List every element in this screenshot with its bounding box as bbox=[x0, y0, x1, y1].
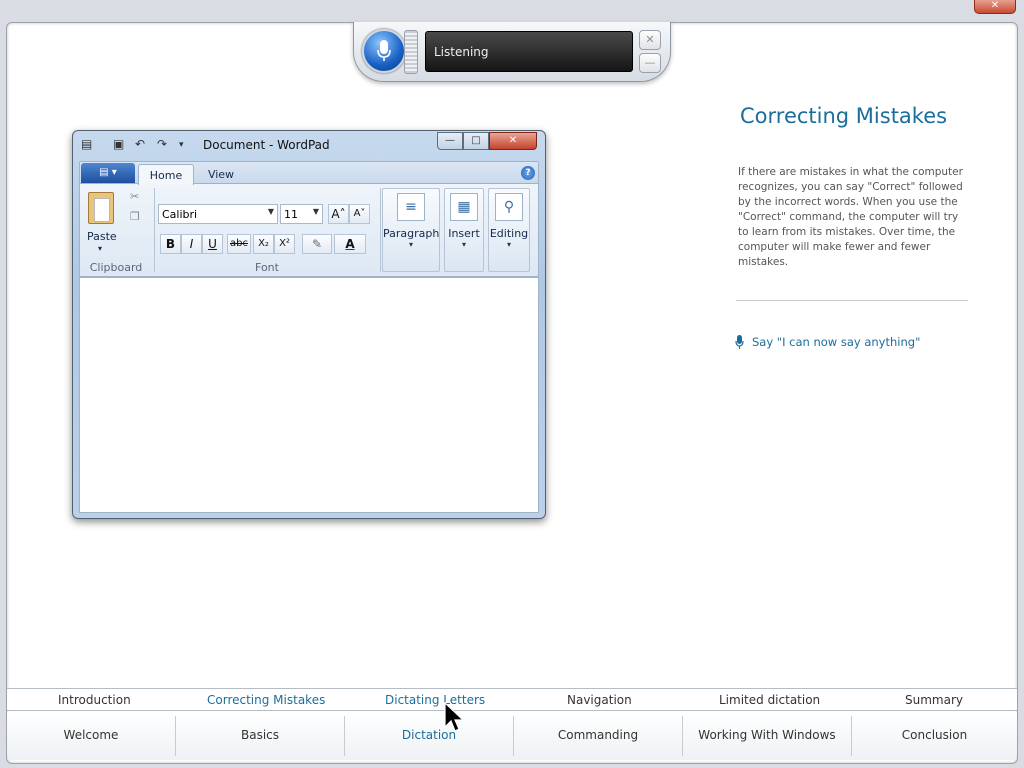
shrink-font-button[interactable]: A˅ bbox=[349, 204, 370, 224]
undo-icon[interactable]: ↶ bbox=[135, 137, 145, 151]
volume-meter bbox=[404, 30, 418, 74]
speech-close-button[interactable]: ✕ bbox=[639, 30, 661, 50]
font-size-value: 11 bbox=[284, 208, 298, 221]
minimize-button[interactable]: — bbox=[437, 132, 463, 150]
paste-dropdown-icon[interactable]: ▾ bbox=[98, 244, 102, 253]
customize-quick-access-icon[interactable]: ▾ bbox=[179, 140, 184, 150]
speech-recognition-bar: Listening ✕ — bbox=[353, 22, 671, 82]
bold-button[interactable]: B bbox=[160, 234, 181, 254]
wordpad-window: ▤ ▣ ↶ ↷ ▾ Document - WordPad — □ ✕ ▤ ▾ H… bbox=[72, 130, 546, 519]
editing-button[interactable]: ⚲ Editing ▾ bbox=[488, 188, 530, 272]
font-size-select[interactable]: 11 ▼ bbox=[280, 204, 323, 224]
ribbon-tabstrip: ▤ ▾ Home View ? bbox=[80, 162, 538, 185]
lesson-subnav: Introduction Correcting Mistakes Dictati… bbox=[7, 688, 1017, 711]
chevron-down-icon: ▾ bbox=[506, 240, 511, 249]
subnav-item-correcting-mistakes[interactable]: Correcting Mistakes bbox=[207, 693, 325, 707]
paste-label[interactable]: Paste bbox=[87, 230, 117, 243]
italic-button[interactable]: I bbox=[181, 234, 202, 254]
microphone-icon bbox=[735, 335, 744, 349]
paragraph-insert-editing-group: ≡ Paragraph ▾ ▦ Insert ▾ ⚲ Editing ▾ bbox=[382, 186, 536, 276]
instruction-text: Say "I can now say anything" bbox=[752, 335, 921, 349]
save-icon[interactable]: ▣ bbox=[113, 137, 124, 151]
subnav-item-limited-dictation[interactable]: Limited dictation bbox=[719, 693, 820, 707]
strikethrough-button[interactable]: abc bbox=[227, 234, 251, 254]
paragraph-button[interactable]: ≡ Paragraph ▾ bbox=[382, 188, 440, 272]
ribbon: ▤ ▾ Home View ? Paste ▾ ✂ ❐ Clipboard Ca… bbox=[79, 161, 539, 277]
tutorial-close-button[interactable]: ✕ bbox=[974, 0, 1016, 14]
superscript-button[interactable]: X² bbox=[274, 234, 295, 254]
font-group-label: Font bbox=[255, 261, 279, 274]
instruction: Say "I can now say anything" bbox=[735, 335, 920, 349]
ribbon-separator bbox=[154, 188, 155, 272]
insert-button[interactable]: ▦ Insert ▾ bbox=[444, 188, 484, 272]
lesson-title: Correcting Mistakes bbox=[740, 104, 948, 128]
close-button[interactable]: ✕ bbox=[489, 132, 537, 150]
maximize-button[interactable]: □ bbox=[463, 132, 489, 150]
lesson-body: If there are mistakes in what the comput… bbox=[738, 166, 963, 268]
clipboard-group: Paste ▾ ✂ ❐ Clipboard bbox=[80, 186, 152, 276]
font-family-value: Calibri bbox=[162, 208, 198, 221]
ribbon-separator bbox=[380, 188, 381, 272]
subnav-item-summary[interactable]: Summary bbox=[905, 693, 963, 707]
wordpad-app-icon: ▤ bbox=[81, 137, 93, 151]
chevron-down-icon: ▾ bbox=[408, 240, 413, 249]
highlight-button[interactable]: ✎ bbox=[302, 234, 332, 254]
font-color-button[interactable]: A bbox=[334, 234, 366, 254]
status-text: Listening bbox=[434, 45, 489, 59]
tab-view[interactable]: View bbox=[196, 164, 246, 185]
tutorial-main-nav: Welcome Basics Dictation Commanding Work… bbox=[7, 712, 1017, 760]
underline-button[interactable]: U bbox=[202, 234, 223, 254]
app-menu-button[interactable]: ▤ ▾ bbox=[81, 163, 135, 183]
chevron-down-icon: ▾ bbox=[461, 240, 466, 249]
chevron-down-icon: ▼ bbox=[267, 207, 274, 216]
paste-icon[interactable] bbox=[88, 192, 114, 224]
clipboard-group-label: Clipboard bbox=[89, 261, 143, 274]
window-title: Document - WordPad bbox=[203, 138, 330, 152]
speech-minimize-button[interactable]: — bbox=[639, 53, 661, 73]
mouse-cursor-icon bbox=[444, 702, 464, 732]
nav-item-dictation[interactable]: Dictation bbox=[345, 716, 513, 756]
cut-icon[interactable]: ✂ bbox=[130, 190, 139, 203]
nav-item-welcome[interactable]: Welcome bbox=[7, 716, 175, 756]
redo-icon[interactable]: ↷ bbox=[157, 137, 167, 151]
subnav-item-navigation[interactable]: Navigation bbox=[567, 693, 632, 707]
font-group: Calibri ▼ 11 ▼ A˄ A˅ B I U abc X₂ X² ✎ A… bbox=[156, 186, 378, 276]
wordpad-title-bar: ▤ ▣ ↶ ↷ ▾ Document - WordPad — □ ✕ bbox=[73, 131, 545, 159]
picture-icon: ▦ bbox=[450, 193, 478, 221]
binoculars-icon: ⚲ bbox=[495, 193, 523, 221]
subnav-item-dictating-letters[interactable]: Dictating Letters bbox=[385, 693, 485, 707]
grow-font-button[interactable]: A˄ bbox=[328, 204, 349, 224]
tab-home[interactable]: Home bbox=[138, 164, 194, 185]
nav-item-conclusion[interactable]: Conclusion bbox=[852, 716, 1017, 756]
microphone-icon bbox=[377, 40, 391, 61]
nav-item-commanding[interactable]: Commanding bbox=[514, 716, 682, 756]
nav-item-working-with-windows[interactable]: Working With Windows bbox=[683, 716, 851, 756]
status-display: Listening bbox=[425, 31, 633, 72]
help-icon[interactable]: ? bbox=[521, 166, 535, 180]
chevron-down-icon: ▼ bbox=[312, 207, 319, 216]
nav-item-basics[interactable]: Basics bbox=[176, 716, 344, 756]
paragraph-label: Paragraph bbox=[383, 227, 440, 240]
copy-icon[interactable]: ❐ bbox=[130, 210, 140, 223]
subscript-button[interactable]: X₂ bbox=[253, 234, 274, 254]
paragraph-icon: ≡ bbox=[397, 193, 425, 221]
document-area[interactable] bbox=[79, 277, 539, 513]
subnav-item-introduction[interactable]: Introduction bbox=[58, 693, 131, 707]
editing-label: Editing bbox=[489, 227, 529, 240]
divider bbox=[736, 300, 968, 301]
insert-label: Insert bbox=[448, 227, 480, 240]
font-family-select[interactable]: Calibri ▼ bbox=[158, 204, 278, 224]
microphone-button[interactable] bbox=[362, 29, 406, 73]
